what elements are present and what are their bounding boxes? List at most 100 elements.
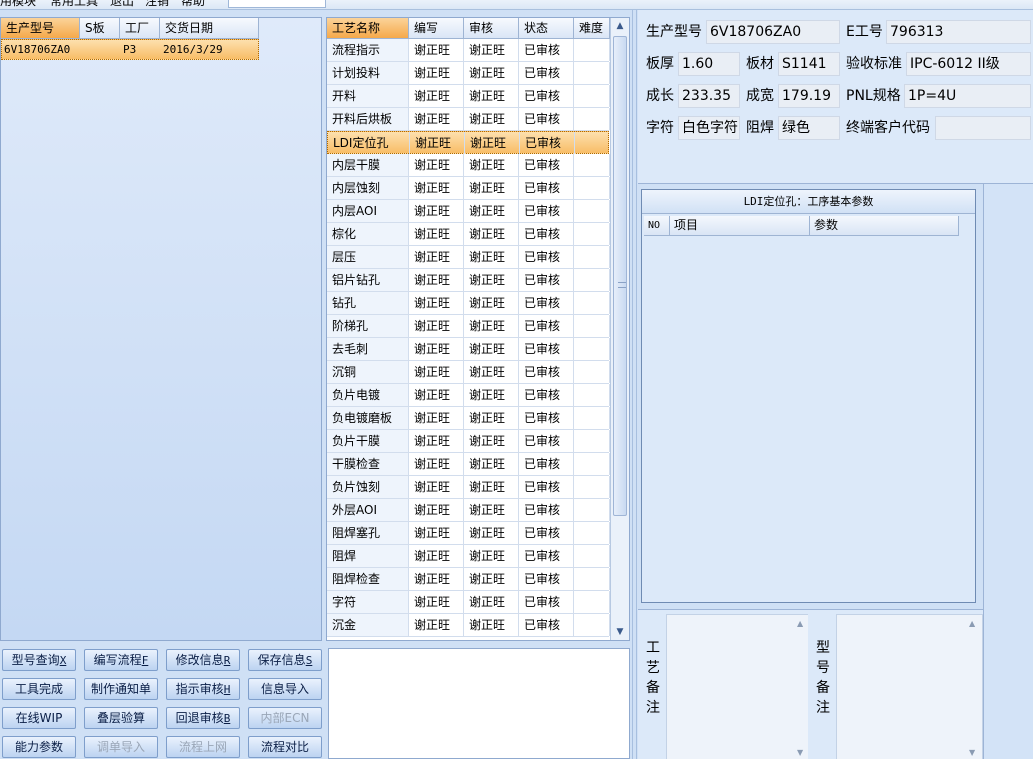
char-field[interactable]: 白色字符 [678,116,740,140]
col-header-process-name[interactable]: 工艺名称 [327,18,409,39]
table-row[interactable]: 干膜检查 谢正旺 谢正旺 已审核 [327,453,610,476]
thickness-field[interactable]: 1.60 [678,52,740,76]
cell-writer: 谢正旺 [409,522,464,544]
table-row[interactable]: 计划投料 谢正旺 谢正旺 已审核 [327,62,610,85]
col-header-writer[interactable]: 编写 [409,18,464,39]
scrollbar-thumb[interactable] [613,36,627,516]
table-row[interactable]: 外层AOI 谢正旺 谢正旺 已审核 [327,499,610,522]
table-row[interactable]: 钻孔 谢正旺 谢正旺 已审核 [327,292,610,315]
cell-auditor: 谢正旺 [464,200,519,222]
col-header-status[interactable]: 状态 [519,18,574,39]
col-header-model[interactable]: 生产型号 [1,18,80,39]
note-text-area[interactable] [328,648,630,759]
model-memo-scrollbar[interactable]: ▲ ▼ [966,615,982,759]
process-grid-scrollbar[interactable]: ▲ ▼ [610,18,629,640]
table-row[interactable]: 流程指示 谢正旺 谢正旺 已审核 [327,39,610,62]
table-row[interactable]: 内层AOI 谢正旺 谢正旺 已审核 [327,200,610,223]
panel-splitter[interactable] [632,10,637,759]
table-row[interactable]: 字符 谢正旺 谢正旺 已审核 [327,591,610,614]
table-row[interactable]: 沉铜 谢正旺 谢正旺 已审核 [327,361,610,384]
model-field[interactable]: 6V18706ZA0 [706,20,840,44]
table-row[interactable]: 内层蚀刻 谢正旺 谢正旺 已审核 [327,177,610,200]
order-import-button[interactable]: 调单导入 [84,736,158,758]
table-row[interactable]: 层压 谢正旺 谢正旺 已审核 [327,246,610,269]
cell-auditor: 谢正旺 [464,62,519,84]
table-row[interactable]: 去毛刺 谢正旺 谢正旺 已审核 [327,338,610,361]
col-header-no[interactable]: NO [644,216,670,236]
menu-item-exit[interactable]: 退出 [110,0,134,8]
col-header-s-board[interactable]: S板 [80,18,120,39]
table-row[interactable]: 负电镀磨板 谢正旺 谢正旺 已审核 [327,407,610,430]
button-shortcut-key: B [223,712,231,725]
scroll-up-arrow-icon[interactable]: ▲ [611,18,629,34]
stackup-check-button[interactable]: 叠层验算 [84,707,158,729]
table-row[interactable]: 负片电镀 谢正旺 谢正旺 已审核 [327,384,610,407]
capability-params-button[interactable]: 能力参数 [2,736,76,758]
table-row[interactable]: 内层干膜 谢正旺 谢正旺 已审核 [327,154,610,177]
table-row[interactable]: 沉金 谢正旺 谢正旺 已审核 [327,614,610,637]
cell-difficulty [574,269,610,291]
table-row[interactable]: 阶梯孔 谢正旺 谢正旺 已审核 [327,315,610,338]
tool-complete-button[interactable]: 工具完成 [2,678,76,700]
table-row[interactable]: 开料 谢正旺 谢正旺 已审核 [327,85,610,108]
cell-difficulty [574,499,610,521]
make-notice-button[interactable]: 制作通知单 [84,678,158,700]
menu-item-logout[interactable]: 注销 [145,0,169,8]
menu-combo-box[interactable] [228,0,326,8]
length-field[interactable]: 233.35 [678,84,740,108]
col-header-difficulty[interactable]: 难度 [574,18,610,39]
instruction-audit-button[interactable]: 指示审核H [166,678,240,700]
pnl-field[interactable]: 1P=4U [904,84,1031,108]
cell-writer: 谢正旺 [409,499,464,521]
cell-difficulty [574,85,610,107]
table-row[interactable]: 6V18706ZA0 P3 2016/3/29 [1,39,259,60]
table-row[interactable]: 开料后烘板 谢正旺 谢正旺 已审核 [327,108,610,131]
cell-auditor: 谢正旺 [464,108,519,130]
material-field[interactable]: S1141 [778,52,840,76]
button-label: 型号查询 [11,653,60,667]
table-row[interactable]: 负片蚀刻 谢正旺 谢正旺 已审核 [327,476,610,499]
col-header-param[interactable]: 参数 [810,216,959,236]
process-memo-input[interactable]: ▲ ▼ [666,614,811,759]
edit-info-button[interactable]: 修改信息R [166,649,240,671]
col-header-factory[interactable]: 工厂 [120,18,160,39]
write-flow-button[interactable]: 编写流程F [84,649,158,671]
model-query-button[interactable]: 型号查询X [2,649,76,671]
cell-difficulty [574,453,610,475]
mask-field[interactable]: 绿色 [778,116,840,140]
width-label: 成宽 [746,88,774,104]
menu-item-help[interactable]: 帮助 [181,0,205,8]
cell-status: 已审核 [519,315,574,337]
col-header-delivery-date[interactable]: 交货日期 [160,18,259,39]
table-row[interactable]: 铝片钻孔 谢正旺 谢正旺 已审核 [327,269,610,292]
table-row[interactable]: 负片干膜 谢正旺 谢正旺 已审核 [327,430,610,453]
cell-auditor: 谢正旺 [464,384,519,406]
cell-difficulty [574,407,610,429]
model-memo-panel: 型号备注 ▲ ▼ [808,609,983,759]
cell-status: 已审核 [519,39,574,61]
rollback-audit-button[interactable]: 回退审核B [166,707,240,729]
internal-ecn-button[interactable]: 内部ECN [248,707,322,729]
table-row[interactable]: 阻焊检查 谢正旺 谢正旺 已审核 [327,568,610,591]
col-header-auditor[interactable]: 审核 [464,18,519,39]
scroll-down-arrow-icon[interactable]: ▼ [611,624,629,640]
model-memo-input[interactable]: ▲ ▼ [836,614,983,759]
table-row[interactable]: LDI定位孔 谢正旺 谢正旺 已审核 [327,131,611,154]
table-row[interactable]: 阻焊 谢正旺 谢正旺 已审核 [327,545,610,568]
cell-difficulty [574,292,610,314]
endcode-field[interactable] [935,116,1031,140]
table-row[interactable]: 阻焊塞孔 谢正旺 谢正旺 已审核 [327,522,610,545]
table-row[interactable]: 棕化 谢正旺 谢正旺 已审核 [327,223,610,246]
flow-online-button[interactable]: 流程上网 [166,736,240,758]
menu-item-tools[interactable]: 常用工具 [50,0,98,8]
width-field[interactable]: 179.19 [778,84,840,108]
eno-field[interactable]: 796313 [886,20,1031,44]
standard-field[interactable]: IPC-6012 II级 [906,52,1031,76]
col-header-item[interactable]: 项目 [670,216,810,236]
menu-item-modules[interactable]: 用模块 [0,0,36,8]
flow-compare-button[interactable]: 流程对比 [248,736,322,758]
info-import-button[interactable]: 信息导入 [248,678,322,700]
save-info-button[interactable]: 保存信息S [248,649,322,671]
online-wip-button[interactable]: 在线WIP [2,707,76,729]
cell-difficulty [574,591,610,613]
